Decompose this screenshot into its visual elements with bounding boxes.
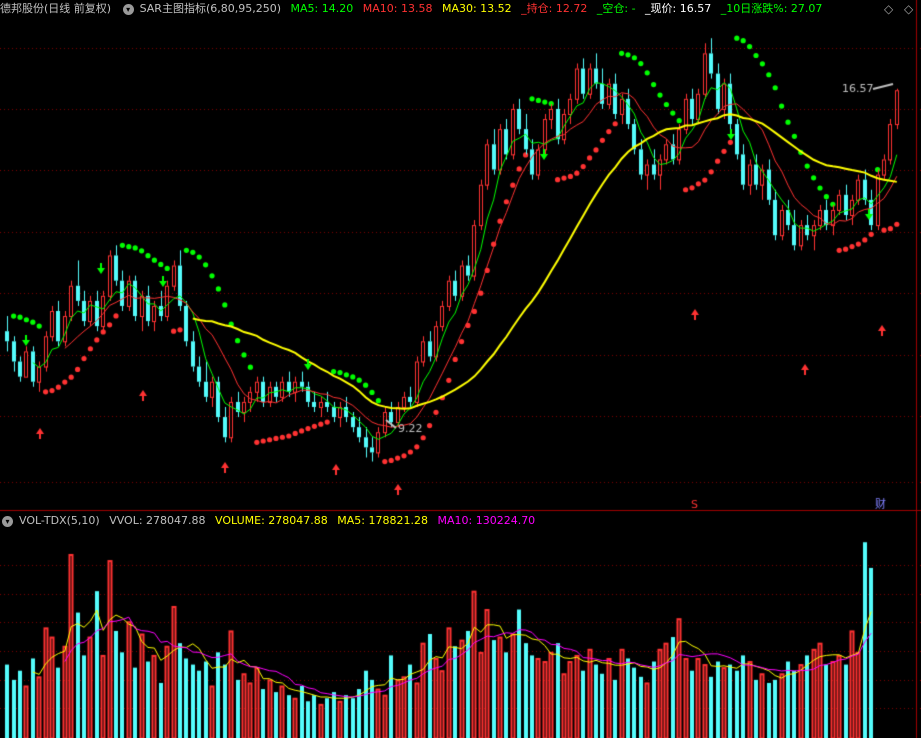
main-chart-header: 德邦股份(日线 前复权) ▾ SAR主图指标(6,80,95,250) MA5: … bbox=[0, 0, 828, 18]
vol-ma5-value: MA5: 178821.28 bbox=[337, 514, 428, 527]
volume-menu-icon[interactable]: ▾ bbox=[2, 515, 13, 527]
vol-indicator-name[interactable]: VOL-TDX(5,10) bbox=[19, 514, 100, 527]
hold-value: _持仓: 12.72 bbox=[521, 2, 588, 15]
price-value: _现价: 16.57 bbox=[645, 2, 712, 15]
indicator-menu-icon[interactable]: ▾ bbox=[122, 3, 134, 15]
volume-chart-header: ▾ VOL-TDX(5,10) VVOL: 278047.88 VOLUME: 2… bbox=[0, 512, 541, 530]
stock-title: 德邦股份(日线 前复权) bbox=[0, 2, 112, 15]
diamond-icon[interactable]: ◇ bbox=[884, 2, 893, 16]
kline-chart-canvas[interactable] bbox=[0, 0, 921, 738]
ma10-value: MA10: 13.58 bbox=[362, 2, 433, 15]
ma5-value: MA5: 14.20 bbox=[290, 2, 354, 15]
vvol-value: VVOL: 278047.88 bbox=[109, 514, 206, 527]
volume-value: VOLUME: 278047.88 bbox=[215, 514, 328, 527]
ma30-value: MA30: 13.52 bbox=[441, 2, 512, 15]
vol-ma10-value: MA10: 130224.70 bbox=[437, 514, 536, 527]
change-value: _10日涨跌%: 27.07 bbox=[720, 2, 823, 15]
indicator-name[interactable]: SAR主图指标(6,80,95,250) bbox=[140, 2, 281, 15]
diamond-icon-2[interactable]: ◇ bbox=[904, 2, 913, 16]
empty-value: _空仓: - bbox=[596, 2, 636, 15]
